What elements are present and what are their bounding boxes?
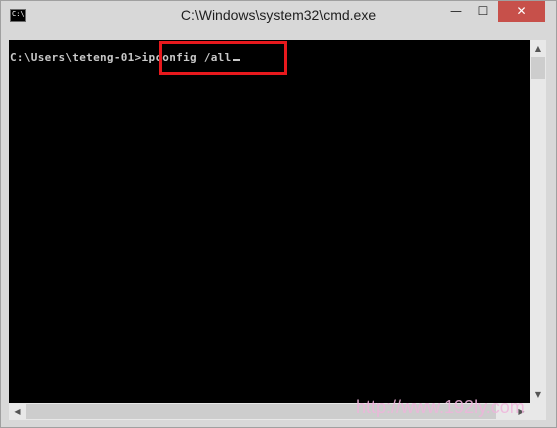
cmd-window: C:\ C:\Windows\system32\cmd.exe — ☐ ✕ C:…: [0, 0, 557, 428]
scrollbar-corner: [530, 403, 546, 420]
console-output[interactable]: C:\Users\teteng-01>ipconfig /all: [9, 40, 530, 403]
scroll-down-arrow[interactable]: ▼: [530, 386, 546, 403]
vertical-scroll-thumb[interactable]: [531, 57, 545, 79]
prompt-text: C:\Users\teteng-01>: [10, 51, 142, 64]
watermark: http://www.192ly.com: [356, 397, 525, 417]
vertical-scrollbar[interactable]: ▲ ▼: [530, 40, 546, 403]
minimize-button[interactable]: —: [442, 1, 470, 22]
title-bar[interactable]: C:\ C:\Windows\system32\cmd.exe — ☐ ✕: [1, 1, 556, 32]
command-highlight-box: [159, 41, 287, 75]
scroll-left-arrow[interactable]: ◀: [9, 403, 26, 420]
console-area: C:\Users\teteng-01>ipconfig /all ▲ ▼ ◀ ▶: [9, 40, 546, 420]
scroll-up-arrow[interactable]: ▲: [530, 40, 546, 57]
close-button[interactable]: ✕: [498, 1, 545, 22]
maximize-button[interactable]: ☐: [470, 1, 496, 22]
